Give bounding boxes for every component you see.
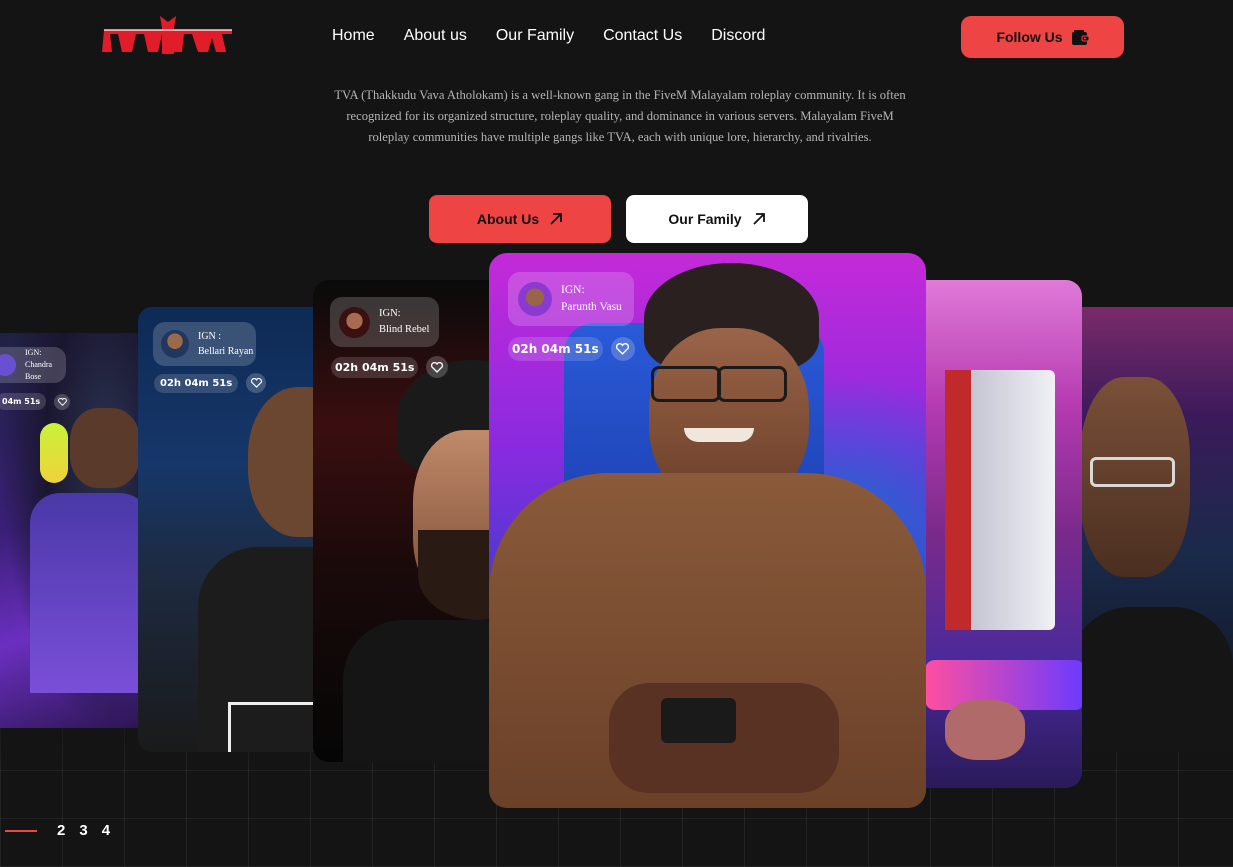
arrow-up-right-icon bbox=[550, 213, 563, 225]
avatar bbox=[339, 306, 370, 338]
heart-icon[interactable] bbox=[610, 337, 635, 361]
ign-label: IGN: bbox=[25, 348, 42, 357]
timer-badge: 02h 04m 51s bbox=[508, 337, 603, 361]
ign-name: Chandra Bose bbox=[25, 360, 53, 381]
tva-logo[interactable] bbox=[98, 12, 238, 62]
ign-name: Bellari Rayan bbox=[198, 346, 254, 357]
logo-mark bbox=[102, 16, 232, 54]
avatar bbox=[161, 330, 189, 358]
nav-home[interactable]: Home bbox=[332, 27, 375, 45]
nav-contact-us[interactable]: Contact Us bbox=[603, 27, 682, 45]
arrow-up-right-icon bbox=[752, 213, 765, 225]
page-2[interactable]: 2 bbox=[57, 822, 65, 839]
phone-shape bbox=[661, 698, 736, 743]
main-nav: Home About us Our Family Contact Us Disc… bbox=[332, 27, 765, 45]
glasses-right bbox=[717, 366, 787, 402]
active-page-indicator[interactable] bbox=[5, 829, 37, 832]
body-shape bbox=[1070, 607, 1233, 752]
ign-name: Blind Rebel bbox=[379, 324, 430, 335]
body-shape bbox=[343, 620, 513, 762]
timer-badge: 02h 04m 51s bbox=[331, 356, 419, 378]
timer-badge: 02h 04m 51s bbox=[154, 373, 239, 393]
our-family-button[interactable]: Our Family bbox=[626, 195, 808, 243]
timer-row: 02h 04m 51s bbox=[508, 337, 635, 361]
smile-shape bbox=[684, 428, 754, 442]
intro-paragraph: TVA (Thakkudu Vava Atholokam) is a well-… bbox=[334, 88, 906, 144]
follow-us-button[interactable]: Follow Us bbox=[961, 16, 1124, 58]
shirt-print bbox=[228, 702, 318, 752]
nav-about-us[interactable]: About us bbox=[404, 27, 467, 45]
pc-light-shape bbox=[945, 370, 971, 630]
timer-badge: 04m 51s bbox=[0, 393, 47, 410]
ign-name: Parunth Vasu bbox=[561, 301, 622, 313]
member-card-blind-rebel[interactable]: IGN: Blind Rebel 02h 04m 51s bbox=[313, 280, 513, 762]
heart-icon[interactable] bbox=[246, 373, 267, 393]
avatar bbox=[0, 354, 16, 376]
heart-icon[interactable] bbox=[54, 393, 71, 410]
follow-us-label: Follow Us bbox=[996, 29, 1063, 45]
nav-discord[interactable]: Discord bbox=[711, 27, 765, 45]
wallet-icon bbox=[1071, 29, 1090, 45]
ign-chip: IGN : Bellari Rayan bbox=[153, 322, 256, 366]
ign-chip: IGN: Parunth Vasu bbox=[508, 272, 634, 326]
page-3[interactable]: 3 bbox=[79, 822, 87, 839]
heart-icon[interactable] bbox=[426, 356, 449, 378]
timer-row: 02h 04m 51s bbox=[331, 356, 449, 378]
member-card-right-far[interactable] bbox=[1070, 307, 1233, 752]
ign-chip: IGN: Chandra Bose bbox=[0, 347, 66, 383]
about-us-button[interactable]: About Us bbox=[429, 195, 611, 243]
timer-row: 02h 04m 51s bbox=[154, 373, 267, 393]
glasses-shape bbox=[1090, 457, 1175, 487]
page-4[interactable]: 4 bbox=[102, 822, 110, 839]
headset-shape bbox=[40, 423, 68, 483]
member-card-chandra-bose[interactable]: IGN: Chandra Bose 04m 51s bbox=[0, 333, 150, 728]
hand-shape bbox=[945, 700, 1025, 760]
ign-chip: IGN: Blind Rebel bbox=[330, 297, 439, 347]
timer-row: 04m 51s bbox=[0, 393, 71, 410]
carousel-pager: 2 3 4 bbox=[0, 822, 110, 839]
member-card-bellari-rayan[interactable]: IGN : Bellari Rayan 02h 04m 51s bbox=[138, 307, 328, 752]
avatar bbox=[518, 282, 552, 316]
nav-our-family[interactable]: Our Family bbox=[496, 27, 574, 45]
member-card-right[interactable] bbox=[905, 280, 1082, 788]
glasses-left bbox=[651, 366, 721, 402]
face-shape bbox=[70, 408, 140, 488]
body-shape bbox=[30, 493, 150, 693]
about-us-label: About Us bbox=[476, 211, 540, 227]
ign-label: IGN: bbox=[379, 308, 401, 320]
our-family-label: Our Family bbox=[668, 211, 742, 227]
ign-label: IGN : bbox=[198, 331, 222, 342]
ign-label: IGN: bbox=[561, 283, 585, 296]
member-card-parunth-vasu[interactable]: IGN: Parunth Vasu 02h 04m 51s bbox=[489, 253, 926, 808]
